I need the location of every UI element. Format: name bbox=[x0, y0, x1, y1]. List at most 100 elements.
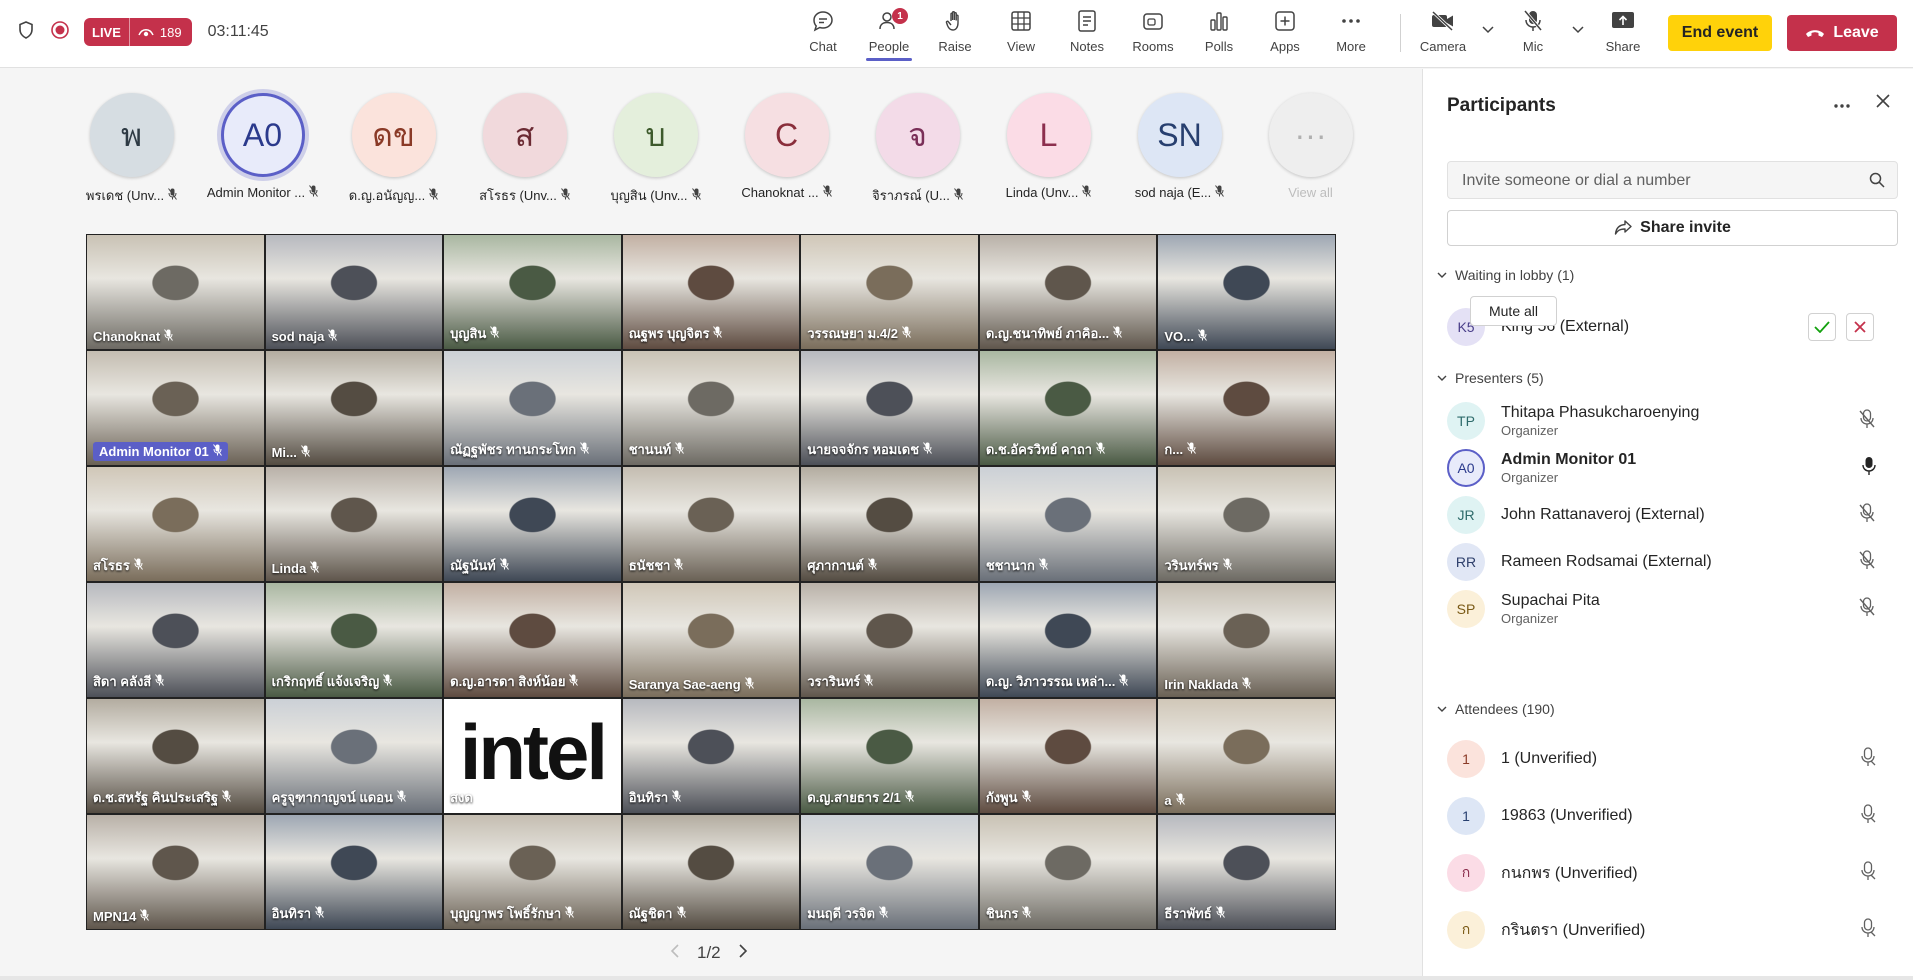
rooms-button[interactable]: Rooms bbox=[1120, 8, 1186, 60]
attendee-row[interactable]: ก กรินตรา (Unverified) bbox=[1447, 904, 1898, 956]
attendees-section-header[interactable]: Attendees (190) bbox=[1437, 701, 1555, 717]
raise-hand-button[interactable]: Raise bbox=[922, 8, 988, 60]
video-tile[interactable]: บุญสิน bbox=[443, 234, 622, 350]
mic-muted-icon[interactable] bbox=[1858, 503, 1876, 528]
video-tile[interactable]: sod naja bbox=[264, 234, 444, 350]
video-tile[interactable]: ด.ช.อัครวิทย์ คาถา bbox=[978, 350, 1158, 466]
attendee-row[interactable]: 1 1 (Unverified) bbox=[1447, 733, 1898, 785]
video-tile[interactable]: Mi... bbox=[264, 350, 444, 466]
strip-participant[interactable]: SN sod naja (E... bbox=[1114, 93, 1245, 206]
video-tile[interactable]: อินทิรา bbox=[621, 698, 801, 814]
end-event-button[interactable]: End event bbox=[1668, 15, 1772, 51]
strip-participant[interactable]: จจิราภรณ์ (U... bbox=[852, 93, 983, 206]
video-tile[interactable]: ธีราพัทธ์ bbox=[1157, 814, 1336, 930]
video-tile[interactable]: วรินทร์พร bbox=[1157, 466, 1336, 582]
video-tile[interactable]: สิดา คลังสี bbox=[86, 582, 265, 698]
attendee-row[interactable]: 1 19863 (Unverified) bbox=[1447, 790, 1898, 842]
video-tile[interactable]: MPN14 bbox=[86, 814, 265, 930]
video-tile[interactable]: ชานนท์ bbox=[621, 350, 801, 466]
video-tile[interactable]: ณัฐนันท์ bbox=[443, 466, 622, 582]
mic-muted-icon[interactable] bbox=[1858, 597, 1876, 622]
live-label: LIVE bbox=[84, 18, 130, 46]
strip-participant[interactable]: บบุญสิน (Unv... bbox=[590, 93, 721, 206]
attendee-row[interactable]: ก กนกพร (Unverified) bbox=[1447, 847, 1898, 899]
previous-page-chevron-left-icon[interactable] bbox=[670, 943, 679, 963]
mic-attendee-icon[interactable] bbox=[1860, 918, 1876, 943]
strip-participant[interactable]: L Linda (Unv... bbox=[983, 93, 1114, 206]
mic-attendee-icon[interactable] bbox=[1860, 747, 1876, 772]
leave-button[interactable]: Leave bbox=[1787, 15, 1897, 51]
recording-icon[interactable] bbox=[50, 20, 70, 45]
video-tile[interactable]: ด.ช.สหรัฐ คินประเสริฐ bbox=[86, 698, 265, 814]
mic-muted-icon[interactable] bbox=[1858, 550, 1876, 575]
camera-options-chevron-down-icon[interactable] bbox=[1476, 8, 1500, 52]
video-tile[interactable]: ด.ญ.อารดา สิงห์น้อย bbox=[443, 582, 622, 698]
camera-button[interactable]: Camera bbox=[1410, 8, 1476, 60]
next-page-chevron-right-icon[interactable] bbox=[739, 943, 748, 963]
video-tile[interactable]: อินทิรา bbox=[264, 814, 444, 930]
video-tile[interactable]: Saranya Sae-aeng bbox=[621, 582, 801, 698]
video-tile[interactable]: ณัฐชิดา bbox=[621, 814, 801, 930]
apps-button[interactable]: Apps bbox=[1252, 8, 1318, 60]
presenter-row[interactable]: A0 Admin Monitor 01 Organizer bbox=[1447, 442, 1898, 494]
mute-all-button[interactable]: Mute all bbox=[1470, 296, 1557, 326]
chat-button[interactable]: Chat bbox=[790, 8, 856, 60]
video-tile[interactable]: วรารินทร์ bbox=[800, 582, 979, 698]
presenter-row[interactable]: TP Thitapa Phasukcharoenying Organizer bbox=[1447, 395, 1898, 447]
video-tile[interactable]: นายจจจักร หอมเดช bbox=[800, 350, 979, 466]
video-tile[interactable]: ก... bbox=[1157, 350, 1336, 466]
strip-participant[interactable]: C Chanoknat ... bbox=[721, 93, 852, 206]
video-tile[interactable]: ด.ญ.ชนาทิพย์ ภาคิอ... bbox=[978, 234, 1158, 350]
close-icon[interactable] bbox=[1875, 93, 1891, 114]
mic-attendee-icon[interactable] bbox=[1860, 804, 1876, 829]
strip-participant[interactable]: ดข ด.ญ.อนัญญ... bbox=[328, 93, 459, 206]
video-tile[interactable]: Irin Naklada bbox=[1157, 582, 1336, 698]
video-tile[interactable]: ครูจุฑากาญจน์ แดอน bbox=[264, 698, 444, 814]
admit-button[interactable] bbox=[1808, 313, 1836, 341]
mic-muted-icon[interactable] bbox=[1858, 409, 1876, 434]
video-tile[interactable]: ด.ญ. วิภาวรรณ เหล่า... bbox=[978, 582, 1158, 698]
deny-button[interactable] bbox=[1846, 313, 1874, 341]
share-button[interactable]: Share bbox=[1590, 8, 1656, 60]
video-tile[interactable]: intel สงด bbox=[443, 698, 622, 814]
share-invite-button[interactable]: Share invite bbox=[1447, 210, 1898, 246]
strip-participant[interactable]: A0 Admin Monitor ... bbox=[197, 93, 328, 206]
video-tile[interactable]: Linda bbox=[264, 466, 444, 582]
polls-button[interactable]: Polls bbox=[1186, 8, 1252, 60]
video-tile[interactable]: a bbox=[1157, 698, 1336, 814]
notes-button[interactable]: Notes bbox=[1054, 8, 1120, 60]
video-tile[interactable]: กังพูน bbox=[978, 698, 1158, 814]
video-tile[interactable]: วรรณษยา ม.4/2 bbox=[800, 234, 979, 350]
video-tile[interactable]: มนฤดี วรจิต bbox=[800, 814, 979, 930]
presenter-row[interactable]: JR John Rattanaveroj (External) bbox=[1447, 489, 1898, 541]
video-tile[interactable]: บุญญาพร โพธิ์รักษา bbox=[443, 814, 622, 930]
video-tile[interactable]: ณัฏฐพัชร ทานกระโทก bbox=[443, 350, 622, 466]
view-all-button[interactable]: ··· View all bbox=[1245, 93, 1376, 206]
video-tile[interactable]: ธนัชชา bbox=[621, 466, 801, 582]
video-tile[interactable]: Chanoknat bbox=[86, 234, 265, 350]
mic-options-chevron-down-icon[interactable] bbox=[1566, 8, 1590, 52]
video-tile[interactable]: Admin Monitor 01 bbox=[86, 350, 265, 466]
view-button[interactable]: View bbox=[988, 8, 1054, 60]
more-button[interactable]: More bbox=[1318, 8, 1384, 60]
video-tile[interactable]: ด.ญ.สายธาร 2/1 bbox=[800, 698, 979, 814]
mic-on-icon[interactable] bbox=[1862, 456, 1876, 481]
video-tile[interactable]: เกริกฤทธิ์ แจ้งเจริญ bbox=[264, 582, 444, 698]
video-tile[interactable]: ศุภากานต์ bbox=[800, 466, 979, 582]
invite-search-input[interactable]: Invite someone or dial a number bbox=[1447, 161, 1898, 199]
panel-more-icon[interactable] bbox=[1833, 93, 1851, 114]
video-tile[interactable]: ชินกร bbox=[978, 814, 1158, 930]
video-tile[interactable]: สโรธร bbox=[86, 466, 265, 582]
video-tile[interactable]: ชชานาก bbox=[978, 466, 1158, 582]
strip-participant[interactable]: สสโรธร (Unv... bbox=[459, 93, 590, 206]
presenter-row[interactable]: RR Rameen Rodsamai (External) bbox=[1447, 536, 1898, 588]
video-tile[interactable]: VO... bbox=[1157, 234, 1336, 350]
video-tile[interactable]: ณฐพร บุญจิตร bbox=[621, 234, 801, 350]
lobby-section-header[interactable]: Waiting in lobby (1) bbox=[1437, 267, 1574, 283]
strip-participant[interactable]: พพรเดช (Unv... bbox=[66, 93, 197, 206]
mic-button[interactable]: Mic bbox=[1500, 8, 1566, 60]
people-button[interactable]: 1 People bbox=[856, 8, 922, 61]
presenter-row[interactable]: SP Supachai Pita Organizer bbox=[1447, 583, 1898, 635]
presenters-section-header[interactable]: Presenters (5) bbox=[1437, 370, 1544, 386]
mic-attendee-icon[interactable] bbox=[1860, 861, 1876, 886]
